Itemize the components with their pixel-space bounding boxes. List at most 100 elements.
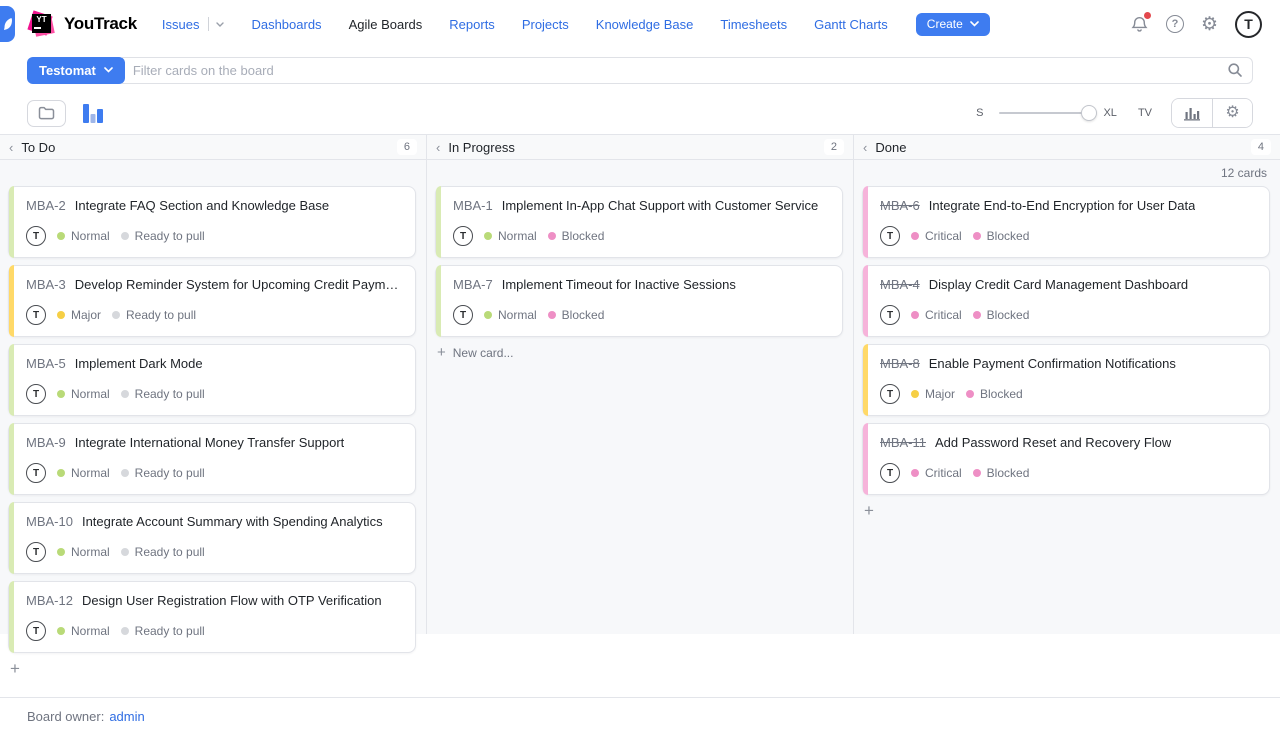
issue-card[interactable]: MBA-10 Integrate Account Summary with Sp… [8,502,416,574]
card-assignee-avatar[interactable]: T [880,384,900,404]
issue-card[interactable]: MBA-9 Integrate International Money Tran… [8,423,416,495]
issue-card[interactable]: MBA-5 Implement Dark Mode T Normal Ready… [8,344,416,416]
card-title[interactable]: Design User Registration Flow with OTP V… [82,593,382,608]
card-title[interactable]: Integrate FAQ Section and Knowledge Base [75,198,329,213]
state-tag[interactable]: Ready to pull [121,387,205,401]
add-card-button[interactable]: + [10,660,26,677]
card-title[interactable]: Develop Reminder System for Upcoming Cre… [75,277,403,292]
card-assignee-avatar[interactable]: T [453,226,473,246]
help-button[interactable]: ? [1166,15,1184,33]
board-settings-button[interactable]: ⚙ [1212,99,1252,127]
card-title[interactable]: Add Password Reset and Recovery Flow [935,435,1171,450]
state-tag[interactable]: Blocked [973,308,1030,322]
state-tag[interactable]: Ready to pull [121,466,205,480]
nav-item-menu[interactable] [199,17,224,31]
card-title[interactable]: Enable Payment Confirmation Notification… [929,356,1176,371]
state-tag[interactable]: Ready to pull [121,545,205,559]
issue-card[interactable]: MBA-2 Integrate FAQ Section and Knowledg… [8,186,416,258]
column-collapse-icon[interactable]: ‹ [863,141,867,154]
card-size-slider[interactable] [999,112,1089,114]
state-tag[interactable]: Blocked [973,229,1030,243]
card-id[interactable]: MBA-6 [880,198,920,213]
card-assignee-avatar[interactable]: T [880,226,900,246]
column-collapse-icon[interactable]: ‹ [436,141,440,154]
new-card-button[interactable]: +New card... [437,344,853,361]
priority-tag[interactable]: Critical [911,466,962,480]
priority-tag[interactable]: Major [911,387,955,401]
board-selector[interactable]: Testomat [27,57,125,84]
nav-item-timesheets[interactable]: Timesheets [720,17,787,32]
state-tag[interactable]: Ready to pull [121,624,205,638]
issue-card[interactable]: MBA-6 Integrate End-to-End Encryption fo… [862,186,1270,258]
issue-card[interactable]: MBA-8 Enable Payment Confirmation Notifi… [862,344,1270,416]
state-tag[interactable]: Blocked [548,308,605,322]
filter-input[interactable] [123,63,1218,78]
priority-tag[interactable]: Major [57,308,101,322]
card-assignee-avatar[interactable]: T [26,621,46,641]
column-collapse-icon[interactable]: ‹ [9,141,13,154]
add-card-button[interactable]: + [864,502,880,519]
browser-side-tab[interactable] [0,6,15,42]
card-id[interactable]: MBA-4 [880,277,920,292]
sprint-folder-button[interactable] [27,100,66,127]
user-menu-button[interactable]: T [1235,11,1262,38]
settings-button[interactable]: ⚙ [1201,15,1218,34]
card-assignee-avatar[interactable]: T [26,542,46,562]
card-title[interactable]: Implement Dark Mode [75,356,203,371]
chart-view-button[interactable] [1172,99,1212,127]
issue-card[interactable]: MBA-1 Implement In-App Chat Support with… [435,186,843,258]
state-tag[interactable]: Blocked [548,229,605,243]
issue-card[interactable]: MBA-12 Design User Registration Flow wit… [8,581,416,653]
priority-tag[interactable]: Normal [57,545,110,559]
create-button[interactable]: Create [916,13,990,36]
board-owner-link[interactable]: admin [109,709,144,724]
issue-card[interactable]: MBA-7 Implement Timeout for Inactive Ses… [435,265,843,337]
card-title[interactable]: Integrate End-to-End Encryption for User… [929,198,1196,213]
search-button[interactable] [1218,62,1252,78]
nav-item-issues[interactable]: Issues [162,17,225,32]
issue-card[interactable]: MBA-3 Develop Reminder System for Upcomi… [8,265,416,337]
state-tag[interactable]: Blocked [966,387,1023,401]
notifications-button[interactable] [1130,14,1149,34]
card-assignee-avatar[interactable]: T [26,384,46,404]
card-assignee-avatar[interactable]: T [880,463,900,483]
card-title[interactable]: Implement In-App Chat Support with Custo… [502,198,818,213]
card-id[interactable]: MBA-11 [880,435,926,450]
card-assignee-avatar[interactable]: T [26,226,46,246]
card-id[interactable]: MBA-10 [26,514,73,529]
issue-card[interactable]: MBA-11 Add Password Reset and Recovery F… [862,423,1270,495]
nav-item-projects[interactable]: Projects [522,17,569,32]
priority-tag[interactable]: Normal [484,229,537,243]
nav-item-reports[interactable]: Reports [449,17,495,32]
priority-tag[interactable]: Normal [57,387,110,401]
card-id[interactable]: MBA-2 [26,198,66,213]
state-tag[interactable]: Ready to pull [121,229,205,243]
card-title[interactable]: Integrate Account Summary with Spending … [82,514,383,529]
nav-item-knowledge-base[interactable]: Knowledge Base [596,17,694,32]
nav-item-gantt-charts[interactable]: Gantt Charts [814,17,888,32]
priority-tag[interactable]: Normal [57,624,110,638]
state-tag[interactable]: Blocked [973,466,1030,480]
card-assignee-avatar[interactable]: T [453,305,473,325]
state-tag[interactable]: Ready to pull [112,308,196,322]
card-title[interactable]: Implement Timeout for Inactive Sessions [502,277,736,292]
card-assignee-avatar[interactable]: T [880,305,900,325]
card-title[interactable]: Integrate International Money Transfer S… [75,435,345,450]
priority-tag[interactable]: Critical [911,229,962,243]
card-assignee-avatar[interactable]: T [26,305,46,325]
nav-item-agile-boards[interactable]: Agile Boards [349,17,423,32]
priority-tag[interactable]: Normal [57,229,110,243]
card-id[interactable]: MBA-1 [453,198,493,213]
card-id[interactable]: MBA-9 [26,435,66,450]
card-assignee-avatar[interactable]: T [26,463,46,483]
card-id[interactable]: MBA-3 [26,277,66,292]
priority-tag[interactable]: Normal [57,466,110,480]
slider-knob[interactable] [1081,105,1097,121]
priority-tag[interactable]: Critical [911,308,962,322]
nav-item-dashboards[interactable]: Dashboards [251,17,321,32]
priority-tag[interactable]: Normal [484,308,537,322]
card-id[interactable]: MBA-5 [26,356,66,371]
issue-card[interactable]: MBA-4 Display Credit Card Management Das… [862,265,1270,337]
card-id[interactable]: MBA-8 [880,356,920,371]
card-id[interactable]: MBA-12 [26,593,73,608]
